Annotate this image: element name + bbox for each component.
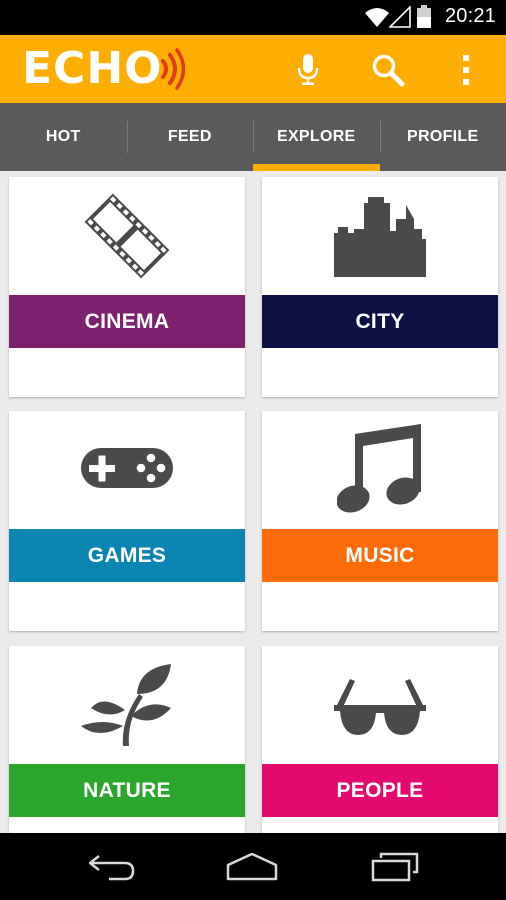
category-icon-area (262, 177, 498, 295)
category-icon-area (9, 177, 245, 295)
category-label: CITY (262, 295, 498, 348)
sunglasses-icon (334, 679, 426, 735)
category-label: MUSIC (262, 529, 498, 582)
tab-label: PROFILE (407, 128, 479, 145)
overflow-menu-button[interactable] (446, 51, 486, 89)
microphone-button[interactable] (288, 51, 328, 89)
overflow-menu-icon (463, 55, 469, 85)
recent-apps-button[interactable] (364, 847, 424, 887)
music-note-icon (337, 424, 421, 513)
film-strip-icon (84, 193, 170, 279)
category-card-cinema[interactable]: CINEMA (9, 177, 245, 397)
app-bar: ECHO (0, 35, 506, 103)
tab-label: FEED (167, 128, 212, 145)
home-button[interactable] (222, 847, 282, 887)
category-card-city[interactable]: CITY (262, 177, 498, 397)
category-icon-area (262, 646, 498, 764)
tab-label: HOT (45, 128, 81, 145)
home-icon (226, 852, 278, 881)
tab-profile[interactable]: PROFILE (379, 103, 506, 171)
status-bar: 20:21 (0, 0, 506, 35)
back-icon (88, 855, 135, 881)
category-label: PEOPLE (262, 764, 498, 817)
city-skyline-icon (334, 197, 426, 277)
logo-text: ECHO (22, 43, 163, 94)
wifi-icon (365, 8, 389, 27)
category-label: GAMES (9, 529, 245, 582)
category-card-nature[interactable]: NATURE (9, 646, 245, 833)
search-button[interactable] (368, 51, 408, 89)
category-card-music[interactable]: MUSIC (262, 411, 498, 631)
category-label: NATURE (9, 764, 245, 817)
tab-label: EXPLORE (276, 128, 356, 145)
category-card-games[interactable]: GAMES (9, 411, 245, 631)
echo-logo[interactable]: ECHO (22, 45, 185, 93)
clock: 20:21 (444, 5, 496, 27)
tab-explore[interactable]: EXPLORE (253, 103, 380, 171)
sound-waves-icon (160, 48, 185, 90)
microphone-icon (297, 54, 319, 85)
category-grid: CINEMA CITY GAMES MUSIC NATURE PEOPLE (0, 171, 506, 833)
app-screen: 20:21 ECHO HOT FEED EXPLORE PROFILE CINE… (0, 0, 506, 900)
recent-apps-icon (371, 852, 419, 882)
category-icon-area (9, 646, 245, 764)
plant-icon (81, 664, 171, 746)
battery-icon (417, 5, 431, 28)
gamepad-icon (81, 448, 173, 488)
search-icon (372, 54, 405, 87)
back-button[interactable] (82, 847, 142, 887)
tab-feed[interactable]: FEED (126, 103, 254, 171)
category-icon-area (9, 411, 245, 529)
tab-hot[interactable]: HOT (0, 103, 127, 171)
tab-bar: HOT FEED EXPLORE PROFILE (0, 103, 506, 171)
category-label: CINEMA (9, 295, 245, 348)
category-card-people[interactable]: PEOPLE (262, 646, 498, 833)
signal-icon (389, 6, 411, 28)
navigation-bar (0, 833, 506, 900)
category-icon-area (262, 411, 498, 529)
